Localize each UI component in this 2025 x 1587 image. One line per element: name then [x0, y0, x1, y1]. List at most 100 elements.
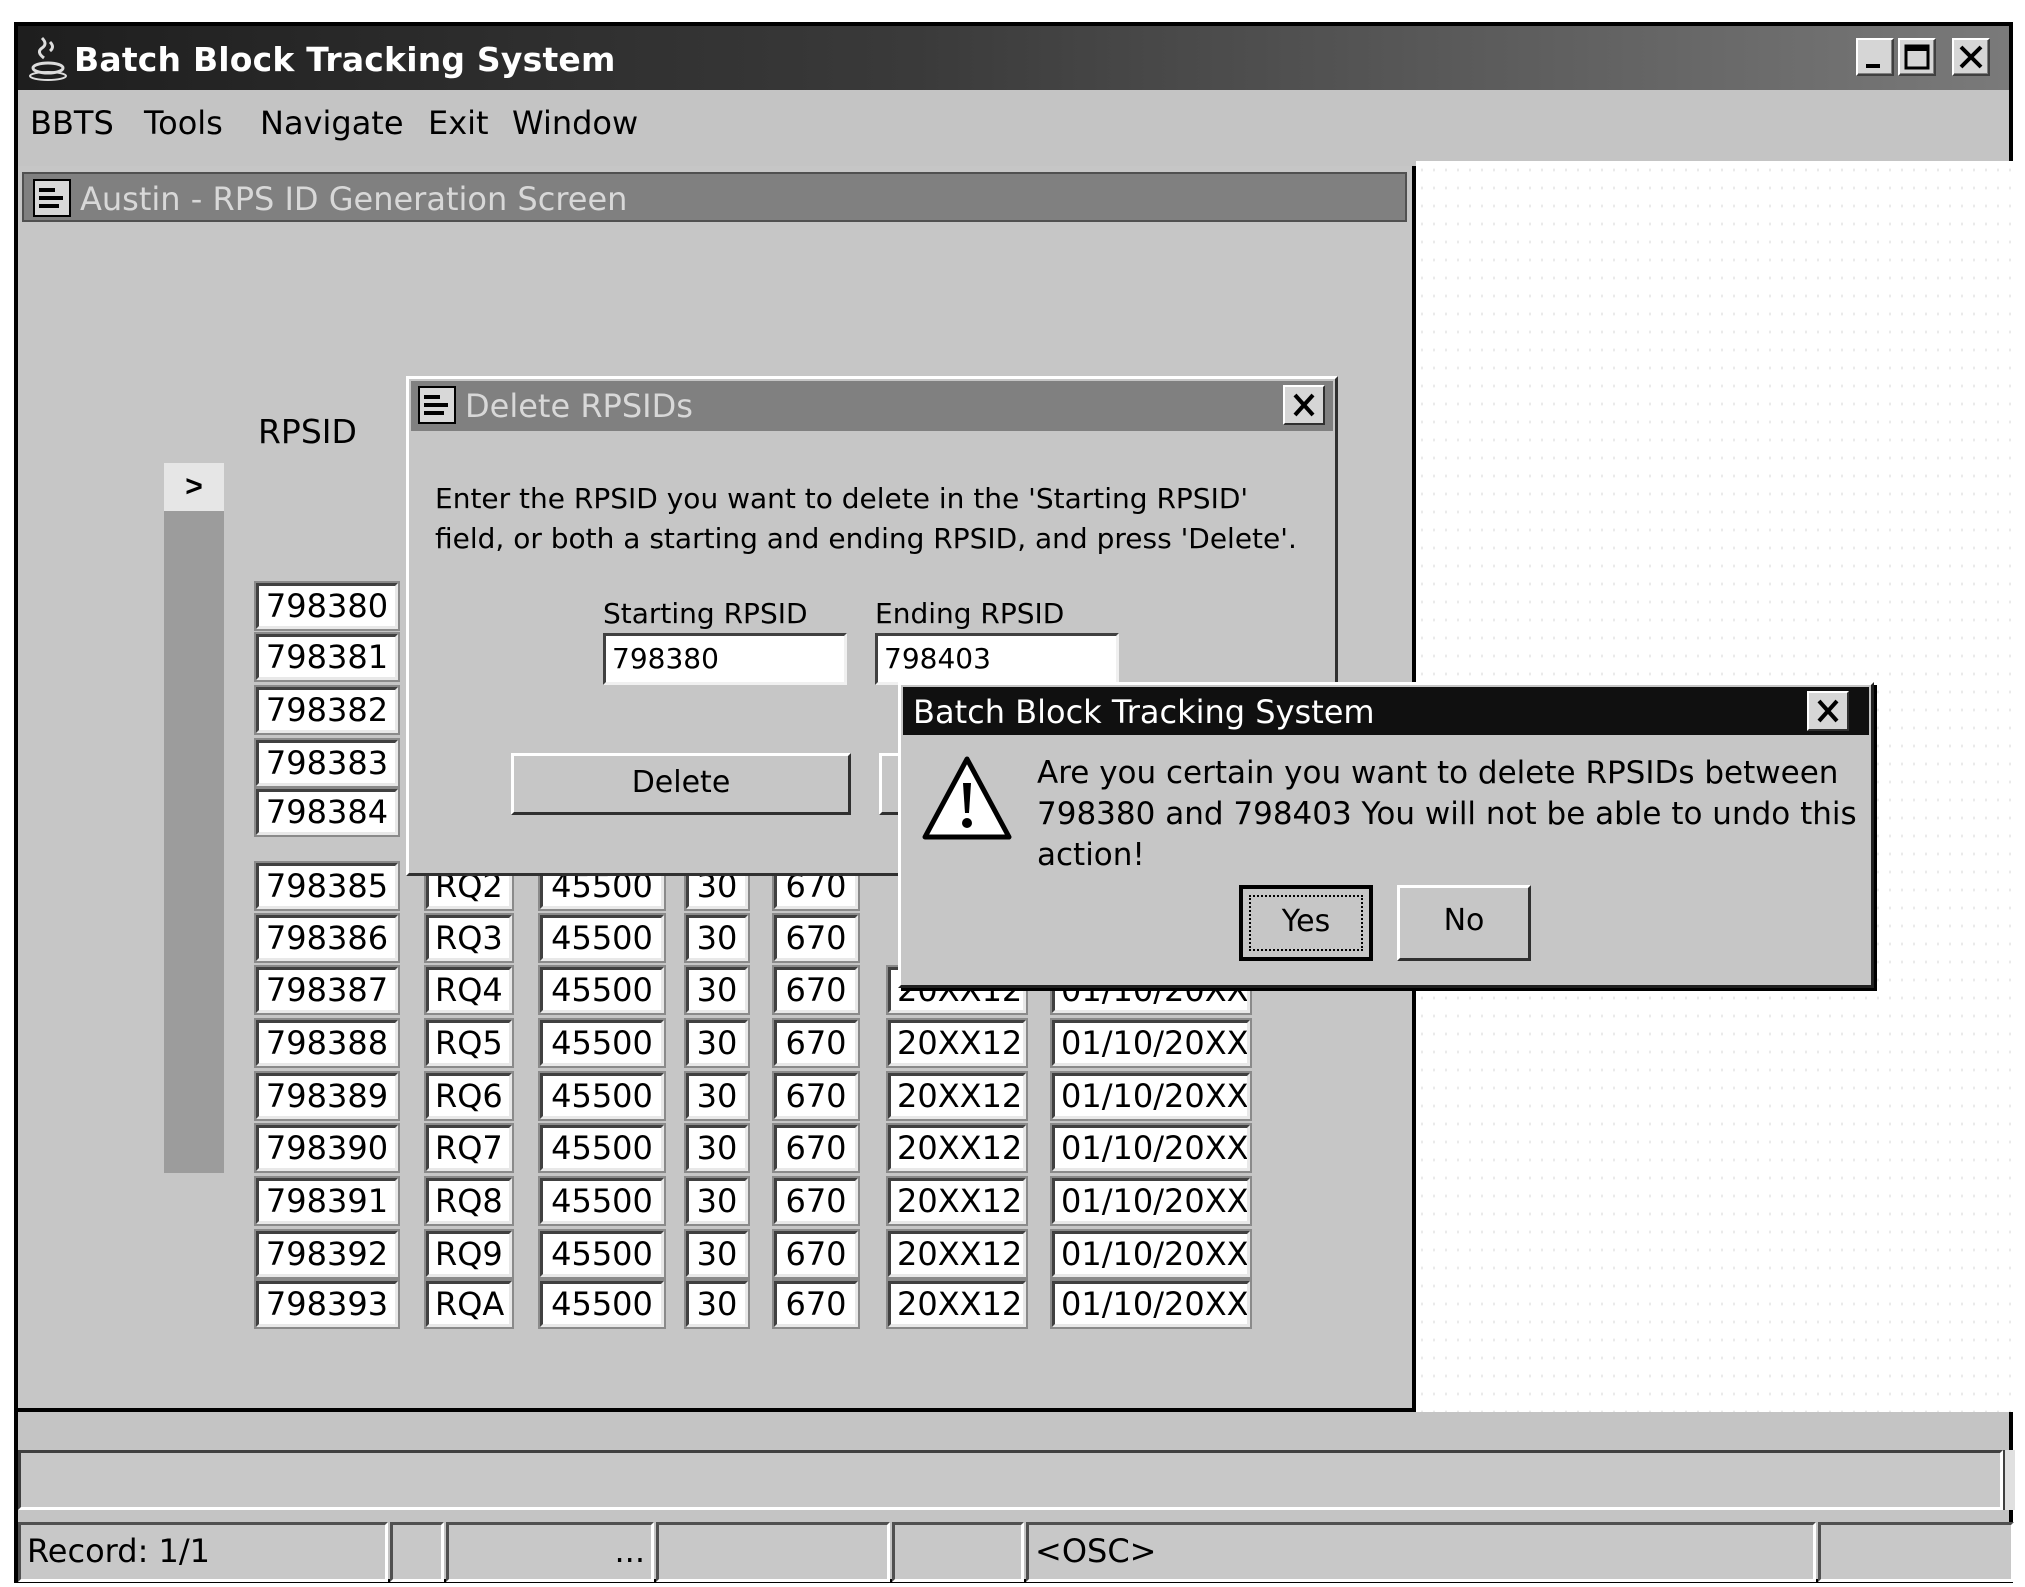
number-cell[interactable]: 670: [774, 915, 858, 961]
code-cell[interactable]: RQ6: [426, 1073, 512, 1119]
message-bar: [18, 1450, 2003, 1510]
qty-cell[interactable]: 30: [686, 1178, 748, 1224]
code-cell[interactable]: RQ5: [426, 1020, 512, 1066]
form-icon: [418, 386, 456, 424]
inner-window-titlebar[interactable]: Austin - RPS ID Generation Screen: [22, 172, 1407, 222]
code-cell[interactable]: RQ7: [426, 1125, 512, 1171]
close-button[interactable]: [1952, 38, 1990, 76]
number-cell[interactable]: 670: [774, 1020, 858, 1066]
status-cell-empty: [892, 1522, 1024, 1582]
ending-rpsid-label: Ending RPSID: [875, 597, 1065, 630]
delete-dialog-title: Delete RPSIDs: [465, 387, 693, 425]
rpsid-cell[interactable]: 798380: [256, 583, 398, 629]
maximize-button[interactable]: [1898, 38, 1936, 76]
menu-bbts[interactable]: BBTS: [30, 104, 114, 142]
delete-button[interactable]: Delete: [511, 753, 851, 815]
rpsid-cell[interactable]: 798392: [256, 1231, 398, 1277]
qty-cell[interactable]: 30: [686, 1073, 748, 1119]
status-cell-empty: [1818, 1522, 2014, 1582]
menu-window[interactable]: Window: [512, 104, 638, 142]
qty-cell[interactable]: 30: [686, 1281, 748, 1327]
delete-instructions: Enter the RPSID you want to delete in th…: [435, 482, 1297, 555]
status-bar: Record: 1/1 ... <OSC>: [18, 1522, 2017, 1583]
message-bar-scrollbar[interactable]: [2003, 1450, 2015, 1510]
amount-cell[interactable]: 45500: [540, 1125, 664, 1171]
rpsid-cell[interactable]: 798381: [256, 634, 398, 680]
current-row-indicator[interactable]: >: [164, 463, 224, 511]
close-icon: [1293, 393, 1315, 417]
number-cell[interactable]: 670: [774, 1231, 858, 1277]
date-cell[interactable]: 01/10/20XX: [1052, 1073, 1250, 1119]
amount-cell[interactable]: 45500: [540, 1281, 664, 1327]
rpsid-cell[interactable]: 798387: [256, 967, 398, 1013]
rpsid-cell[interactable]: 798384: [256, 789, 398, 835]
rpsid-cell[interactable]: 798386: [256, 915, 398, 961]
code-cell[interactable]: RQ3: [426, 915, 512, 961]
status-mode: <OSC>: [1026, 1522, 1816, 1582]
date-cell[interactable]: 01/10/20XX: [1052, 1020, 1250, 1066]
date-cell[interactable]: 01/10/20XX: [1052, 1125, 1250, 1171]
number-cell[interactable]: 670: [774, 1178, 858, 1224]
number-cell[interactable]: 670: [774, 967, 858, 1013]
code-cell[interactable]: RQ4: [426, 967, 512, 1013]
amount-cell[interactable]: 45500: [540, 967, 664, 1013]
ending-rpsid-input[interactable]: 798403: [875, 633, 1119, 685]
minimize-button[interactable]: [1856, 38, 1894, 76]
qty-cell[interactable]: 30: [686, 1020, 748, 1066]
rpsid-column-header: RPSID: [258, 412, 357, 451]
date-cell[interactable]: 01/10/20XX: [1052, 1178, 1250, 1224]
rpsid-cell[interactable]: 798390: [256, 1125, 398, 1171]
amount-cell[interactable]: 45500: [540, 1073, 664, 1119]
number-cell[interactable]: 670: [774, 1073, 858, 1119]
rpsid-cell[interactable]: 798383: [256, 740, 398, 786]
rpsid-cell[interactable]: 798385: [256, 863, 398, 909]
status-cell-empty: [656, 1522, 890, 1582]
rpsid-cell[interactable]: 798389: [256, 1073, 398, 1119]
maximize-icon: [1904, 44, 1930, 70]
confirm-dialog-close-button[interactable]: [1807, 691, 1849, 731]
rpsid-cell[interactable]: 798382: [256, 687, 398, 733]
form-icon: [33, 179, 71, 217]
confirm-message: Are you certain you want to delete RPSID…: [1037, 755, 1857, 873]
close-icon: [1817, 699, 1839, 723]
code-cell[interactable]: RQA: [426, 1281, 512, 1327]
status-ellipsis: ...: [446, 1522, 654, 1582]
amount-cell[interactable]: 45500: [540, 1020, 664, 1066]
qty-cell[interactable]: 30: [686, 1231, 748, 1277]
no-button[interactable]: No: [1397, 885, 1531, 961]
period-cell[interactable]: 20XX12: [888, 1125, 1026, 1171]
period-cell[interactable]: 20XX12: [888, 1020, 1026, 1066]
code-cell[interactable]: RQ8: [426, 1178, 512, 1224]
code-cell[interactable]: RQ9: [426, 1231, 512, 1277]
period-cell[interactable]: 20XX12: [888, 1231, 1026, 1277]
starting-rpsid-label: Starting RPSID: [603, 597, 808, 630]
amount-cell[interactable]: 45500: [540, 915, 664, 961]
qty-cell[interactable]: 30: [686, 915, 748, 961]
qty-cell[interactable]: 30: [686, 1125, 748, 1171]
java-coffee-icon: [29, 36, 67, 81]
menu-navigate[interactable]: Navigate: [260, 104, 404, 142]
number-cell[interactable]: 670: [774, 1281, 858, 1327]
row-indicator-column: [164, 463, 224, 1173]
amount-cell[interactable]: 45500: [540, 1231, 664, 1277]
date-cell[interactable]: 01/10/20XX: [1052, 1231, 1250, 1277]
menu-tools[interactable]: Tools: [144, 104, 223, 142]
rpsid-cell[interactable]: 798391: [256, 1178, 398, 1224]
date-cell[interactable]: 01/10/20XX: [1052, 1281, 1250, 1327]
rpsid-cell[interactable]: 798388: [256, 1020, 398, 1066]
amount-cell[interactable]: 45500: [540, 1178, 664, 1224]
app-titlebar[interactable]: Batch Block Tracking System: [18, 26, 2009, 90]
confirm-dialog-titlebar[interactable]: Batch Block Tracking System: [903, 687, 1869, 735]
confirm-dialog-title: Batch Block Tracking System: [913, 693, 1375, 731]
menu-exit[interactable]: Exit: [428, 104, 489, 142]
period-cell[interactable]: 20XX12: [888, 1281, 1026, 1327]
yes-button[interactable]: Yes: [1239, 885, 1373, 961]
period-cell[interactable]: 20XX12: [888, 1178, 1026, 1224]
qty-cell[interactable]: 30: [686, 967, 748, 1013]
rpsid-cell[interactable]: 798393: [256, 1281, 398, 1327]
starting-rpsid-input[interactable]: 798380: [603, 633, 847, 685]
number-cell[interactable]: 670: [774, 1125, 858, 1171]
period-cell[interactable]: 20XX12: [888, 1073, 1026, 1119]
delete-dialog-close-button[interactable]: [1283, 385, 1325, 425]
delete-dialog-titlebar[interactable]: Delete RPSIDs: [411, 381, 1333, 431]
